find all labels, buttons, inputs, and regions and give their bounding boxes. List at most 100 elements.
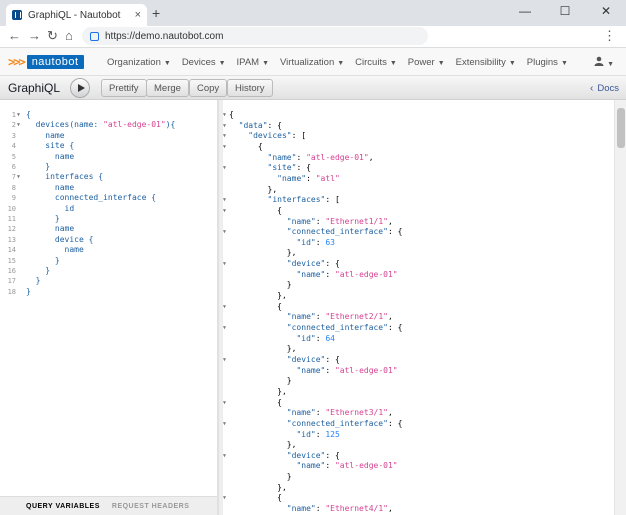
fold-arrow-icon[interactable]: ▼ — [17, 112, 20, 118]
fold-arrow-icon[interactable]: ▼ — [17, 174, 20, 180]
browser-tab-strip: GraphiQL - Nautobot × + — ☐ ✕ — [0, 0, 626, 26]
query-editor[interactable]: 1 ▼ 2 ▼ 3 4 5 6 7 ▼ 8 9 10 11 12 13 14 15 16 17 18 { devices… — [0, 100, 218, 496]
line-number: 15 — [7, 256, 16, 265]
fold-arrow-icon[interactable]: ▼ — [223, 261, 226, 267]
fold-arrow-icon[interactable]: ▼ — [223, 133, 226, 139]
fold-arrow-icon[interactable]: ▼ — [223, 112, 226, 118]
query-code-line: { — [26, 110, 31, 119]
url-text: https://demo.nautobot.com — [105, 30, 224, 42]
nautobot-favicon-icon — [12, 10, 22, 20]
execute-query-button[interactable] — [70, 78, 90, 98]
minimize-button[interactable]: — — [505, 0, 545, 22]
fold-arrow-icon[interactable]: ▼ — [223, 421, 226, 427]
query-code-line: } — [26, 214, 60, 223]
line-number: 10 — [7, 204, 16, 213]
line-number: 13 — [7, 235, 16, 244]
nautobot-navbar: >>> nautobot Organization ▼ Devices ▼ IPAM… — [0, 48, 626, 76]
query-code-line: site { — [26, 141, 75, 151]
query-code-line: } — [26, 276, 41, 286]
menu-plugins[interactable]: Plugins ▼ — [527, 57, 568, 68]
new-tab-button[interactable]: + — [152, 6, 160, 20]
reload-button[interactable]: ↻ — [47, 28, 58, 44]
menu-virtualization[interactable]: Virtualization ▼ — [280, 57, 344, 68]
result-json-line: } — [229, 472, 292, 482]
query-code-line: name — [26, 224, 75, 234]
result-viewer: ▼{▼ "data": {▼ "devices": [▼ { "name": "… — [223, 100, 614, 515]
query-code-line: devices(name: "atl-edge-01"){ — [26, 120, 176, 130]
result-json-line: "name": "Ethernet3/1", — [286, 408, 393, 418]
menu-circuits[interactable]: Circuits ▼ — [355, 57, 397, 68]
query-code-line: device { — [26, 234, 94, 244]
line-number: 4 — [11, 142, 16, 151]
line-number: 9 — [11, 194, 16, 203]
site-info-icon[interactable] — [90, 31, 99, 41]
chevron-left-icon: ‹ — [590, 82, 594, 94]
fold-arrow-icon[interactable]: ▼ — [223, 165, 226, 171]
scrollbar-thumb[interactable] — [617, 108, 625, 148]
result-json-line: "name": "Ethernet4/1", — [286, 504, 393, 514]
fold-arrow-icon[interactable]: ▼ — [223, 123, 226, 129]
fold-arrow-icon[interactable]: ▼ — [223, 197, 226, 203]
main-menu: Organization ▼ Devices ▼ IPAM ▼ Virtualizat… — [107, 48, 579, 76]
menu-devices[interactable]: Devices ▼ — [182, 57, 226, 68]
line-number: 11 — [7, 215, 16, 223]
user-menu[interactable]: ▼ — [594, 56, 614, 69]
copy-button[interactable]: Copy — [189, 79, 228, 97]
query-code-line: interfaces { — [26, 172, 104, 182]
line-number: 6 — [11, 163, 16, 171]
request-headers-tab[interactable]: REQUEST HEADERS — [112, 503, 190, 510]
history-button[interactable]: History — [227, 79, 273, 97]
fold-arrow-icon[interactable]: ▼ — [223, 325, 226, 331]
fold-arrow-icon[interactable]: ▼ — [223, 400, 226, 406]
fold-arrow-icon[interactable]: ▼ — [223, 453, 226, 459]
result-scrollbar[interactable] — [614, 100, 626, 515]
play-icon — [77, 84, 85, 92]
result-json-line: { — [229, 397, 282, 407]
result-json-line: }, — [229, 440, 297, 450]
query-code-line: } — [26, 266, 51, 275]
prettify-button[interactable]: Prettify — [101, 79, 147, 97]
result-json-line: "device": { — [286, 450, 340, 460]
result-json-line: "name": "atl-edge-01", — [267, 152, 374, 162]
back-button[interactable]: ← — [8, 28, 21, 44]
line-number: 14 — [7, 246, 16, 255]
result-json-line: "name": "Ethernet2/1", — [286, 312, 393, 322]
url-input[interactable]: https://demo.nautobot.com — [82, 27, 428, 45]
result-json-line: }, — [229, 344, 297, 354]
maximize-button[interactable]: ☐ — [545, 0, 585, 22]
fold-arrow-icon[interactable]: ▼ — [223, 357, 226, 363]
fold-arrow-icon[interactable]: ▼ — [17, 122, 20, 128]
menu-power[interactable]: Power ▼ — [408, 57, 445, 68]
result-json-line: "name": "atl-edge-01" — [296, 365, 398, 375]
forward-button[interactable]: → — [28, 28, 41, 44]
tab-close-icon[interactable]: × — [135, 9, 141, 21]
result-json-line: "name": "atl" — [277, 173, 340, 183]
line-number: 16 — [7, 267, 16, 275]
fold-arrow-icon[interactable]: ▼ — [223, 229, 226, 235]
browser-tab[interactable]: GraphiQL - Nautobot × — [6, 4, 147, 26]
result-json-line: { — [229, 301, 282, 311]
menu-organization[interactable]: Organization ▼ — [107, 57, 171, 68]
window-close-button[interactable]: ✕ — [586, 0, 626, 22]
fold-arrow-icon[interactable]: ▼ — [223, 144, 226, 150]
result-json-line: }, — [229, 248, 297, 258]
home-button[interactable]: ⌂ — [65, 28, 73, 44]
result-json-line: "name": "atl-edge-01" — [296, 461, 398, 471]
browser-menu-icon[interactable]: ⋮ — [603, 28, 616, 44]
fold-arrow-icon[interactable]: ▼ — [223, 304, 226, 310]
result-json-line: { — [229, 205, 282, 215]
menu-extensibility[interactable]: Extensibility ▼ — [456, 57, 516, 68]
result-json-line: }, — [229, 386, 287, 396]
result-json-line: "name": "atl-edge-01" — [296, 269, 398, 279]
query-variables-tab[interactable]: QUERY VARIABLES — [26, 503, 100, 510]
fold-arrow-icon[interactable]: ▼ — [223, 495, 226, 501]
docs-button[interactable]: ‹ Docs — [590, 80, 619, 96]
result-json-line: "name": "Ethernet1/1", — [286, 216, 393, 226]
line-number: 5 — [11, 152, 16, 161]
result-json-line: "device": { — [286, 259, 340, 269]
merge-button[interactable]: Merge — [146, 79, 189, 97]
menu-ipam[interactable]: IPAM ▼ — [237, 57, 269, 68]
result-json-line: } — [229, 280, 292, 290]
fold-arrow-icon[interactable]: ▼ — [223, 208, 226, 214]
nautobot-logo[interactable]: >>> nautobot — [8, 53, 84, 70]
